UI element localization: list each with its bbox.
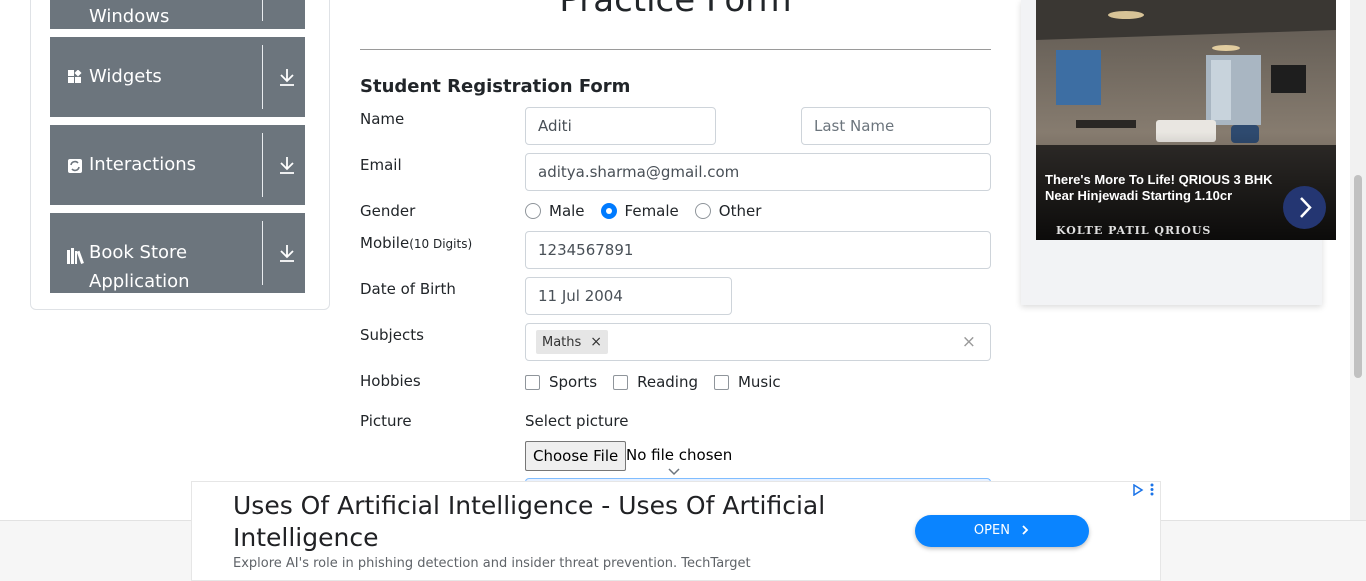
sidebar-group-label: Interactions bbox=[89, 154, 197, 175]
download-arrow-icon[interactable] bbox=[278, 155, 296, 175]
mobile-hint: (10 Digits) bbox=[409, 237, 473, 251]
checkbox-label: Reading bbox=[637, 373, 698, 391]
picture-label: Picture bbox=[360, 412, 412, 430]
dob-input[interactable] bbox=[525, 277, 732, 315]
checkbox-label: Music bbox=[737, 373, 781, 391]
download-arrow-icon[interactable] bbox=[278, 67, 296, 87]
title-divider bbox=[360, 49, 991, 50]
name-label: Name bbox=[360, 110, 405, 128]
scrollbar-thumb[interactable] bbox=[1354, 175, 1362, 378]
books-icon bbox=[67, 248, 84, 264]
radio-button[interactable] bbox=[694, 203, 711, 219]
first-name-input[interactable] bbox=[525, 107, 716, 145]
more-options-icon[interactable] bbox=[1150, 483, 1154, 496]
ad-next-button[interactable] bbox=[1283, 186, 1326, 229]
ad-headline[interactable]: There's More To Life! QRIOUS 3 BHK Near … bbox=[1045, 172, 1285, 204]
radio-label: Male bbox=[549, 202, 585, 220]
widgets-icon bbox=[68, 70, 82, 83]
ad-description: Explore AI's role in phishing detection … bbox=[233, 556, 751, 571]
ad-brand: KOLTE PATIL QRIOUS bbox=[1056, 224, 1212, 237]
divider bbox=[262, 133, 263, 197]
divider bbox=[262, 221, 263, 285]
sidebar-group-widgets[interactable]: Widgets bbox=[50, 37, 305, 117]
gender-option-male[interactable]: Male bbox=[525, 202, 585, 220]
hobbies-label: Hobbies bbox=[360, 372, 421, 390]
sidebar-group-label: Windows bbox=[89, 6, 170, 27]
mobile-input[interactable] bbox=[525, 231, 991, 269]
adchoices-icon[interactable] bbox=[1132, 484, 1144, 496]
subject-chip: Maths × bbox=[536, 330, 609, 354]
divider bbox=[262, 45, 263, 109]
subject-chip-label: Maths bbox=[542, 334, 582, 350]
remove-subject-icon[interactable]: × bbox=[590, 334, 602, 350]
ad-title[interactable]: Uses Of Artificial Intelligence - Uses O… bbox=[233, 490, 873, 554]
radio-label: Other bbox=[718, 202, 762, 220]
radio-label: Female bbox=[624, 202, 679, 220]
chevron-right-icon bbox=[1300, 197, 1312, 218]
page-title: Practice Form bbox=[559, 0, 792, 20]
file-status: No file chosen bbox=[626, 446, 733, 464]
sidebar-advertisement[interactable]: There's More To Life! QRIOUS 3 BHK Near … bbox=[1021, 0, 1336, 305]
radio-button-checked[interactable] bbox=[600, 203, 617, 219]
page-scrollbar[interactable] bbox=[1350, 0, 1366, 521]
interactions-icon bbox=[68, 159, 82, 173]
sidebar-group-label: Book Store Application bbox=[89, 242, 190, 292]
sidebar-group-book-store[interactable]: Book Store Application bbox=[50, 213, 305, 293]
divider bbox=[262, 0, 263, 21]
ad-open-button[interactable]: OPEN bbox=[915, 515, 1089, 547]
checkbox[interactable] bbox=[713, 374, 729, 390]
chevron-down-icon bbox=[668, 468, 680, 476]
open-label: OPEN bbox=[973, 523, 1010, 538]
subjects-label: Subjects bbox=[360, 326, 424, 344]
hobbies-options: Sports Reading Music bbox=[525, 372, 797, 392]
email-label: Email bbox=[360, 156, 402, 174]
sidebar-group-label: Widgets bbox=[89, 66, 162, 87]
checkbox-label: Sports bbox=[549, 373, 598, 391]
checkbox[interactable] bbox=[525, 374, 540, 390]
choose-file-button[interactable]: Choose File bbox=[525, 441, 627, 471]
sidebar-group-interactions[interactable]: Interactions bbox=[50, 125, 305, 205]
gender-options: Male Female Other bbox=[525, 201, 777, 221]
bottom-advertisement[interactable]: Uses Of Artificial Intelligence - Uses O… bbox=[191, 481, 1161, 581]
subjects-input[interactable]: Maths × × bbox=[525, 323, 991, 361]
chevron-right-icon bbox=[1022, 525, 1029, 535]
checkbox[interactable] bbox=[613, 374, 629, 390]
gender-option-other[interactable]: Other bbox=[694, 202, 762, 220]
mobile-label: Mobile(10 Digits) bbox=[360, 234, 473, 252]
hobby-option-sports[interactable]: Sports bbox=[525, 373, 597, 391]
clear-subjects-icon[interactable]: × bbox=[962, 332, 976, 352]
hobby-option-music[interactable]: Music bbox=[713, 373, 781, 391]
sidebar-group-windows[interactable]: Windows bbox=[50, 0, 305, 29]
form-heading: Student Registration Form bbox=[360, 76, 631, 97]
last-name-input[interactable] bbox=[801, 107, 991, 145]
radio-button[interactable] bbox=[525, 203, 541, 219]
dob-label: Date of Birth bbox=[360, 280, 456, 298]
select-picture-label: Select picture bbox=[525, 412, 629, 430]
hobby-option-reading[interactable]: Reading bbox=[613, 373, 698, 391]
gender-label: Gender bbox=[360, 202, 416, 220]
email-input[interactable] bbox=[525, 153, 991, 191]
gender-option-female[interactable]: Female bbox=[600, 202, 679, 220]
download-arrow-icon[interactable] bbox=[278, 243, 296, 263]
